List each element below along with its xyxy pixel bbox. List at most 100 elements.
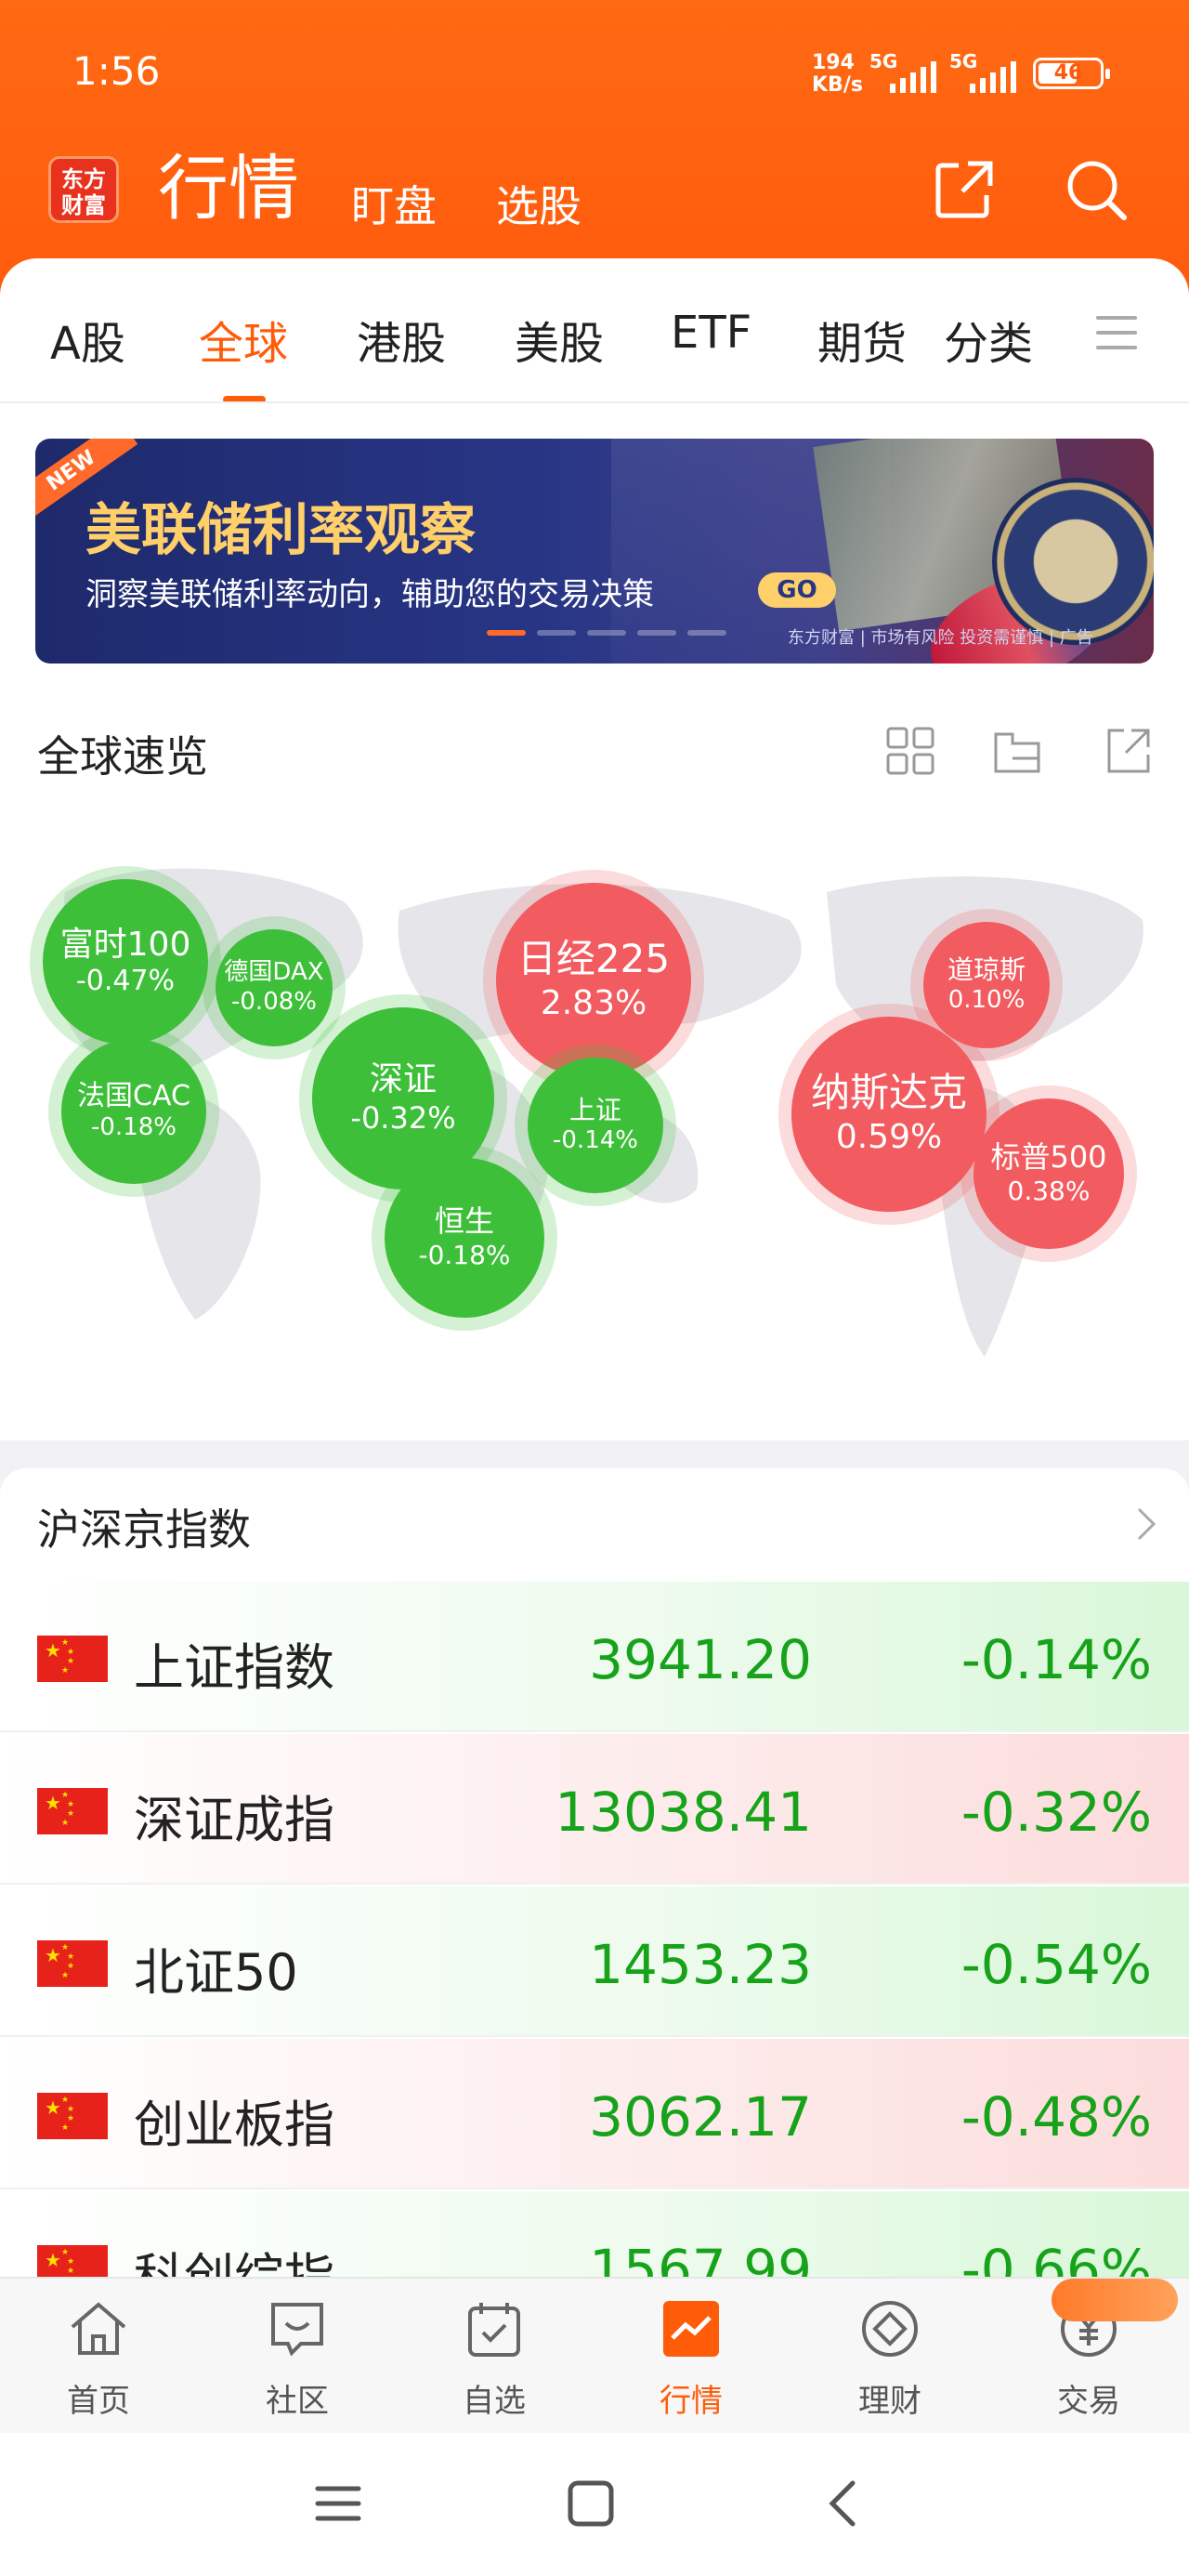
- china-flag-icon: ★★★★★: [37, 1636, 108, 1682]
- status-bar: 1:56 194 KB/s 5G 5G 46: [0, 48, 1189, 104]
- bubble-name: 日经225: [516, 936, 671, 982]
- index-change: -0.32%: [960, 1781, 1152, 1844]
- tab-hk-stocks[interactable]: 港股: [357, 307, 446, 372]
- bubble-change: -0.18%: [418, 1239, 511, 1270]
- bubble-sp500[interactable]: 标普500 0.38%: [973, 1098, 1124, 1249]
- fed-seal-graphic: [992, 478, 1154, 645]
- chevron-right-icon[interactable]: [1135, 1505, 1157, 1543]
- banner-title: 美联储利率观察: [85, 498, 476, 563]
- share-icon[interactable]: [931, 156, 998, 223]
- tab-etf[interactable]: ETF: [671, 307, 751, 359]
- bubble-change: -0.47%: [75, 964, 176, 997]
- bubble-nasdaq[interactable]: 纳斯达克 0.59%: [791, 1017, 986, 1212]
- bubble-hangseng[interactable]: 恒生 -0.18%: [385, 1158, 544, 1318]
- table-row[interactable]: ★ ★ ★ ★ ★ 深证成指 13038.41 -0.32%: [0, 1734, 1189, 1885]
- bubble-change: -0.08%: [231, 987, 317, 1016]
- nav-watchlist[interactable]: 自选: [420, 2295, 568, 2421]
- share-icon[interactable]: [1102, 725, 1154, 777]
- bubble-name: 法国CAC: [77, 1079, 190, 1112]
- nav-label: 首页: [67, 2383, 130, 2420]
- nav-label: 交易: [1057, 2383, 1120, 2420]
- tab-global[interactable]: 全球: [199, 307, 288, 372]
- status-time: 1:56: [72, 48, 161, 94]
- index-price: 13038.41: [555, 1781, 812, 1844]
- market-tabs: A股 全球 港股 美股 ETF 期货 分类: [0, 307, 1189, 403]
- china-flag-icon: ★★★★★: [37, 1940, 108, 1987]
- home-icon: [71, 2302, 126, 2355]
- world-map: 富时100 -0.47% 德国DAX -0.08% 法国CAC -0.18% 深…: [28, 836, 1161, 1413]
- logo-text-line2: 财富: [61, 192, 106, 218]
- bubble-shanghai[interactable]: 上证 -0.14%: [528, 1058, 663, 1193]
- index-change: -0.14%: [960, 1628, 1152, 1691]
- page-title: 行情: [158, 147, 299, 230]
- card-view-icon[interactable]: [992, 725, 1044, 777]
- tab-us-stocks[interactable]: 美股: [515, 307, 604, 372]
- nav-label: 社区: [266, 2383, 329, 2420]
- nav-market[interactable]: 行情: [617, 2295, 765, 2421]
- banner-subtitle: 洞察美联储利率动向，辅助您的交易决策: [85, 576, 654, 613]
- index-name: 北证50: [134, 1943, 298, 2002]
- index-name: 上证指数: [134, 1638, 334, 1697]
- index-price: 3941.20: [589, 1628, 812, 1691]
- header-tab-stock-picker[interactable]: 选股: [496, 173, 581, 234]
- index-price: 1453.23: [589, 1933, 812, 1996]
- bubble-change: 0.59%: [835, 1117, 943, 1156]
- index-list-title[interactable]: 沪深京指数: [37, 1496, 251, 1557]
- menu-icon[interactable]: [310, 2476, 366, 2531]
- signal-icon: 5G: [949, 50, 1016, 93]
- checklist-icon: [468, 2303, 520, 2357]
- header-tab-watch[interactable]: 盯盘: [351, 173, 437, 234]
- china-flag-icon: ★★★★★: [37, 2093, 108, 2139]
- battery-icon: 46: [1033, 58, 1110, 89]
- bubble-change: 2.83%: [540, 983, 647, 1022]
- menu-icon[interactable]: [1096, 316, 1137, 353]
- floating-widget[interactable]: [1052, 2279, 1178, 2321]
- app-logo[interactable]: 东方 财富: [48, 156, 119, 223]
- table-row[interactable]: ★ ★ ★ ★ ★ 上证指数 3941.20 -0.14%: [0, 1582, 1189, 1732]
- index-price: 3062.17: [589, 2085, 812, 2149]
- bubble-name: 深证: [369, 1060, 437, 1099]
- bubble-dax[interactable]: 德国DAX -0.08%: [216, 929, 333, 1046]
- bubble-nikkei225[interactable]: 日经225 2.83%: [496, 883, 691, 1078]
- search-icon[interactable]: [1063, 156, 1130, 223]
- tabs-divider: [0, 401, 1189, 403]
- bubble-change: -0.14%: [553, 1125, 638, 1154]
- tab-futures[interactable]: 期货: [817, 307, 907, 372]
- bottom-nav: 首页 社区 自选 行情 理财 交易: [0, 2277, 1189, 2433]
- tab-categories[interactable]: 分类: [944, 307, 1033, 372]
- network-rate-unit: KB/s: [812, 73, 863, 97]
- bubble-cac[interactable]: 法国CAC -0.18%: [61, 1039, 206, 1184]
- nav-community[interactable]: 社区: [223, 2295, 372, 2421]
- table-row[interactable]: ★ ★ ★ ★ ★ 北证50 1453.23 -0.54%: [0, 1886, 1189, 2037]
- index-name: 深证成指: [134, 1791, 334, 1849]
- promo-banner[interactable]: NEW 美联储利率观察 洞察美联储利率动向，辅助您的交易决策 GO 东方财富 |…: [35, 439, 1154, 664]
- nav-label: 理财: [858, 2383, 921, 2420]
- bubble-change: 0.10%: [947, 985, 1026, 1014]
- bubble-name: 标普500: [990, 1139, 1107, 1176]
- bubble-name: 恒生: [434, 1203, 494, 1240]
- home-square-icon[interactable]: [563, 2476, 619, 2531]
- nav-wealth[interactable]: 理财: [816, 2295, 964, 2421]
- bubble-dowjones[interactable]: 道琼斯 0.10%: [923, 922, 1050, 1048]
- banner-pagination: [487, 630, 726, 636]
- bubble-name: 道琼斯: [947, 953, 1026, 985]
- signal-icon: 5G: [869, 50, 936, 93]
- table-row[interactable]: ★ ★ ★ ★ ★ 创业板指 3062.17 -0.48%: [0, 2039, 1189, 2189]
- grid-view-icon[interactable]: [884, 725, 936, 777]
- chat-icon: [271, 2303, 323, 2357]
- system-navigation-bar: [0, 2433, 1189, 2576]
- network-rate: 194 KB/s: [812, 52, 863, 97]
- bubble-change: -0.32%: [350, 1099, 456, 1136]
- bubble-ftse100[interactable]: 富时100 -0.47%: [43, 879, 208, 1045]
- global-overview-title: 全球速览: [37, 731, 208, 782]
- banner-go-button[interactable]: GO: [758, 572, 836, 608]
- chart-icon: [663, 2301, 719, 2357]
- battery-level: 46: [1053, 61, 1083, 85]
- nav-label: 自选: [463, 2383, 526, 2420]
- nav-home[interactable]: 首页: [24, 2295, 173, 2421]
- logo-text-line1: 东方: [61, 166, 106, 192]
- tab-a-shares[interactable]: A股: [50, 307, 125, 372]
- back-icon[interactable]: [816, 2476, 871, 2531]
- nav-label: 行情: [660, 2383, 723, 2420]
- index-change: -0.54%: [960, 1933, 1152, 1996]
